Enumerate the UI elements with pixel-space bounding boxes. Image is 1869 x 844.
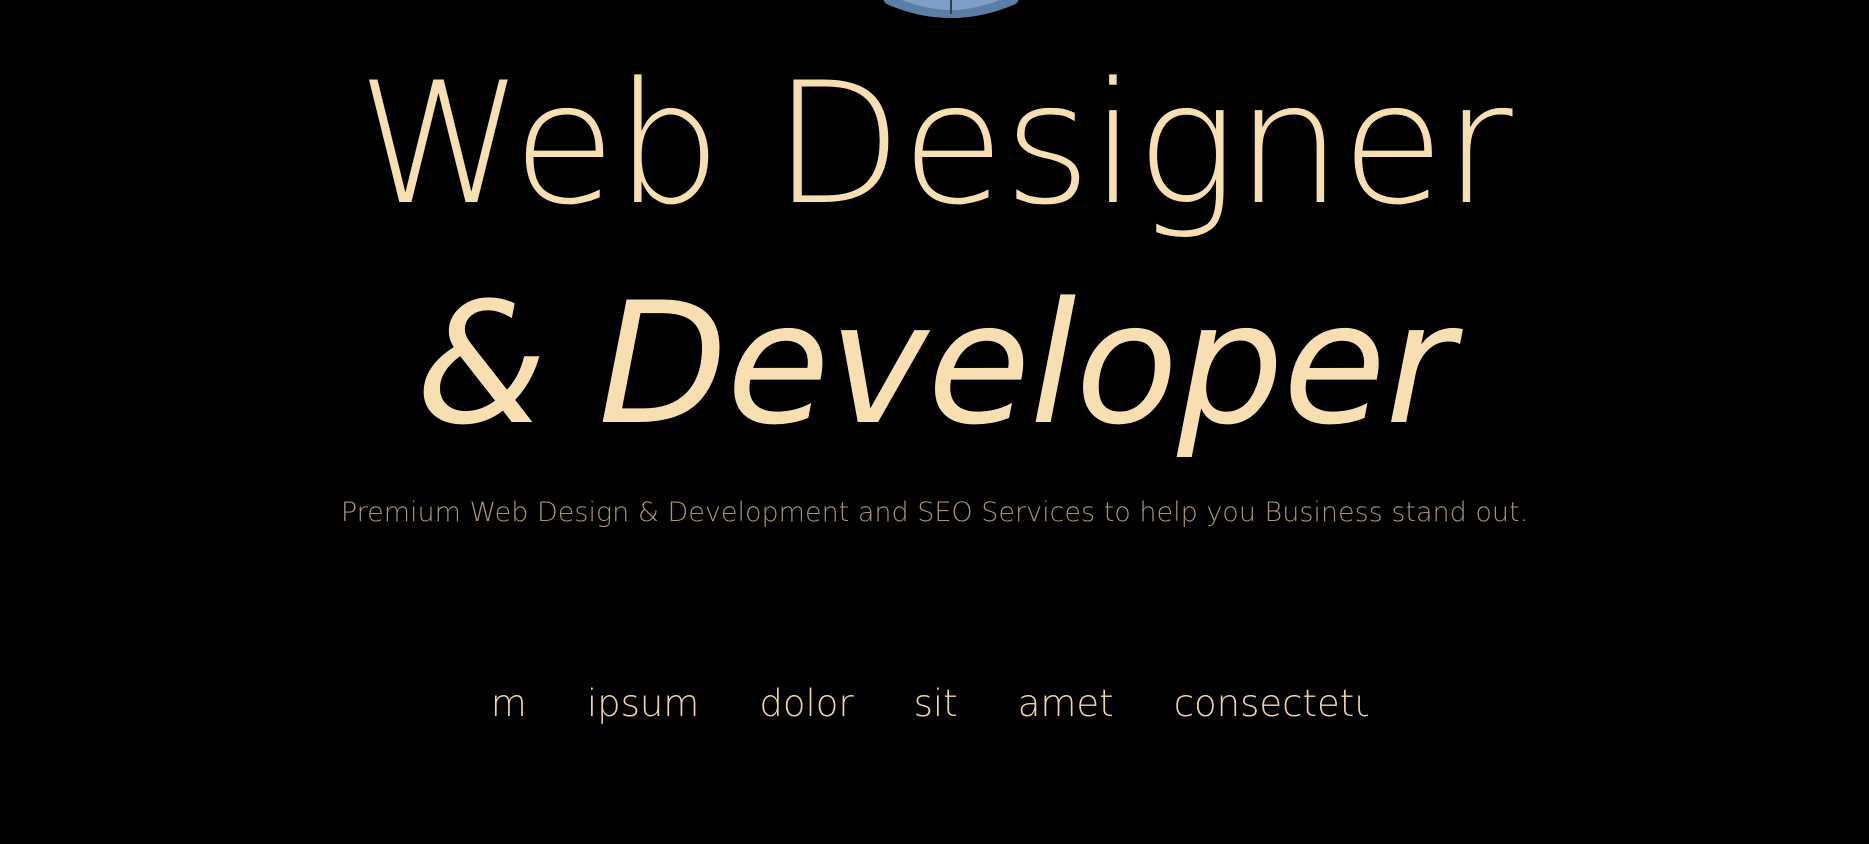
ticker-word: sit <box>913 682 958 725</box>
headline-line-2: & Developer <box>415 266 1454 462</box>
word-ticker: em ipsum dolor sit amet consectetur <box>488 682 1368 732</box>
ticker-word: dolor <box>759 682 854 725</box>
hero-photo <box>878 0 1024 20</box>
ticker-word: ipsum <box>586 682 700 725</box>
headline-line-1: Web Designer <box>357 46 1512 242</box>
ticker-word: em <box>488 682 527 725</box>
tagline: Premium Web Design & Development and SEO… <box>340 497 1529 528</box>
ticker-track: em ipsum dolor sit amet consectetur <box>488 682 1368 725</box>
ticker-word: amet <box>1017 682 1114 725</box>
ticker-word: consectetur <box>1173 682 1368 725</box>
